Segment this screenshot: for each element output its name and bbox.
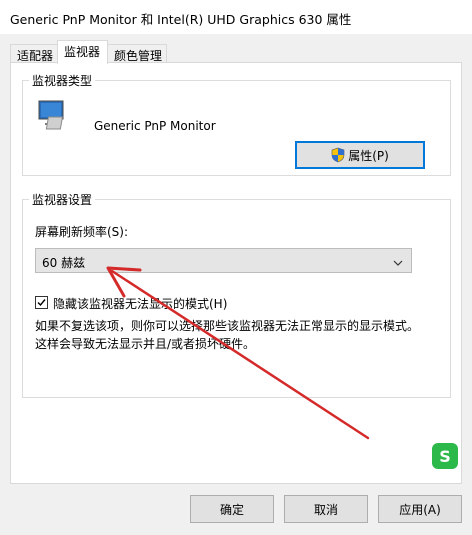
tab-monitor[interactable]: 监视器 <box>57 40 108 64</box>
shield-icon <box>331 147 345 163</box>
title-bar[interactable]: Generic PnP Monitor 和 Intel(R) UHD Graph… <box>0 0 472 34</box>
monitor-type-label: 监视器类型 <box>29 72 96 89</box>
check-icon <box>37 299 46 307</box>
ok-button[interactable]: 确定 <box>190 495 274 523</box>
window-title: Generic PnP Monitor 和 Intel(R) UHD Graph… <box>10 12 352 27</box>
refresh-rate-dropdown[interactable]: 60 赫兹 <box>35 248 412 273</box>
tab-adapter[interactable]: 适配器 <box>10 44 58 63</box>
chevron-down-icon <box>393 256 403 270</box>
watermark-logo-icon: S <box>432 443 458 469</box>
cancel-button[interactable]: 取消 <box>284 495 368 523</box>
refresh-rate-label: 屏幕刷新频率(S): <box>35 225 129 239</box>
hide-modes-label[interactable]: 隐藏该监视器无法显示的模式(H) <box>53 295 227 312</box>
monitor-tab-page: 监视器类型 Generic PnP Monitor 属性(P) 监视器设置 屏幕… <box>10 62 462 484</box>
monitor-settings-label: 监视器设置 <box>29 191 96 208</box>
description-line-2: 这样会导致无法显示并且/或者损坏硬件。 <box>35 337 256 351</box>
apply-button[interactable]: 应用(A) <box>378 495 462 523</box>
monitor-type-group: 监视器类型 Generic PnP Monitor 属性(P) <box>22 72 451 176</box>
monitor-icon <box>35 97 75 137</box>
hide-modes-checkbox[interactable] <box>35 296 48 309</box>
monitor-settings-group: 监视器设置 屏幕刷新频率(S): 60 赫兹 隐藏该监视器无法显示的模式(H) … <box>22 191 451 398</box>
properties-button-label: 属性(P) <box>348 148 389 163</box>
properties-button[interactable]: 属性(P) <box>295 141 425 169</box>
tab-color-management[interactable]: 颜色管理 <box>107 44 167 63</box>
monitor-name: Generic PnP Monitor <box>94 119 216 133</box>
description-line-1: 如果不复选该项，则你可以选择那些该监视器无法正常显示的显示模式。 <box>35 319 420 333</box>
refresh-rate-value: 60 赫兹 <box>42 256 86 270</box>
